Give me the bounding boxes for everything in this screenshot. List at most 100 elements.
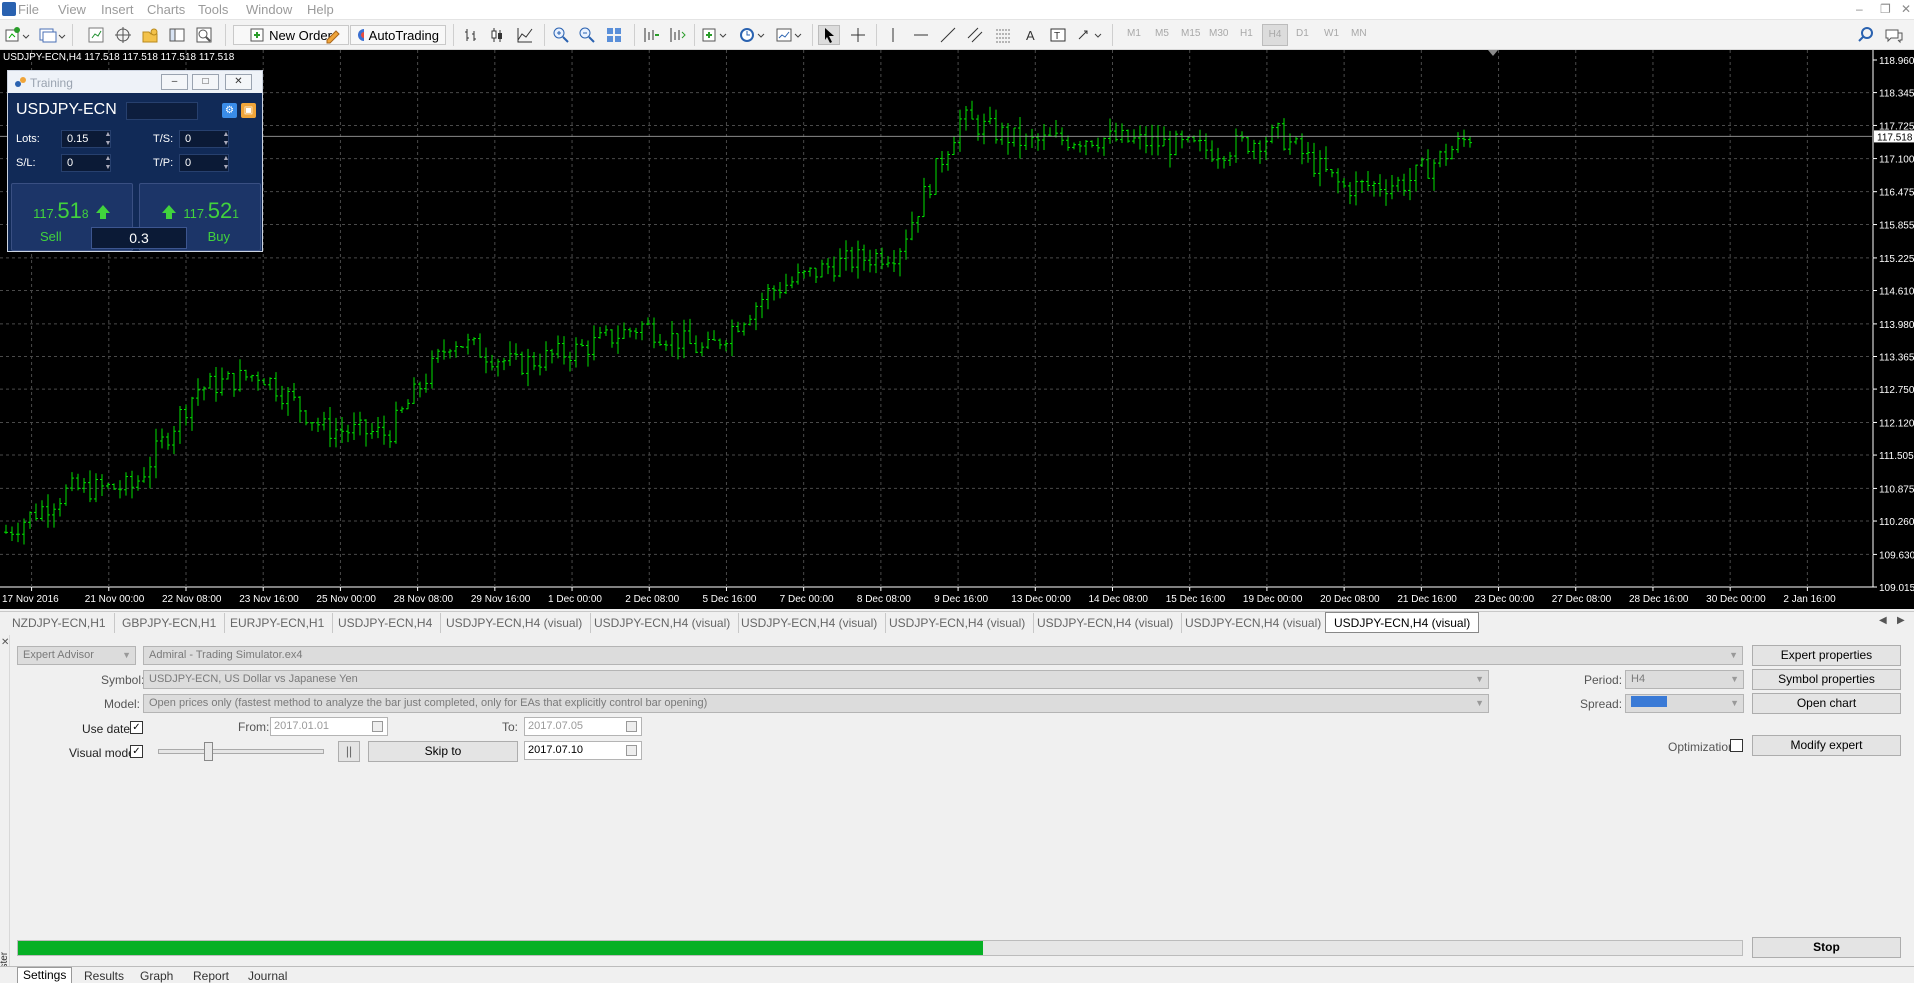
panel-minimize-button[interactable]: –	[161, 74, 188, 90]
tab-results[interactable]: Results	[84, 969, 124, 983]
arrows-icon[interactable]	[1075, 25, 1105, 45]
panel-settings-icon[interactable]: ⚙	[222, 103, 237, 118]
search-icon[interactable]	[1855, 25, 1877, 45]
zoom-out-icon[interactable]	[576, 25, 598, 45]
modify-expert-button[interactable]: Modify expert	[1752, 735, 1901, 756]
chart-tab[interactable]: EURJPY-ECN,H1	[222, 613, 334, 633]
new-chart-icon[interactable]	[4, 25, 34, 45]
chart-canvas[interactable]: 118.960118.345117.725117.100116.475115.8…	[0, 50, 1914, 609]
timeframe-m15[interactable]: M15	[1181, 28, 1200, 39]
symbol-properties-button[interactable]: Symbol properties	[1752, 669, 1901, 690]
panel-close-button[interactable]: ✕	[225, 74, 252, 90]
menu-help[interactable]: Help	[307, 2, 334, 17]
autotrading-button[interactable]: AutoTrading	[350, 25, 446, 45]
symbol-selector[interactable]	[126, 102, 198, 120]
chart-tab[interactable]: USDJPY-ECN,H4 (visual)	[586, 613, 740, 633]
horizontal-line-icon[interactable]	[910, 25, 932, 45]
panel-titlebar[interactable]: Training – □ ✕	[8, 71, 262, 93]
terminal-icon[interactable]	[167, 25, 187, 45]
candlesticks-icon[interactable]	[486, 25, 508, 45]
expert-properties-button[interactable]: Expert properties	[1752, 645, 1901, 666]
line-chart-icon[interactable]	[514, 25, 536, 45]
chat-icon[interactable]	[1883, 25, 1905, 45]
menu-file[interactable]: File	[18, 2, 39, 17]
chart-tab[interactable]: USDJPY-ECN,H4 (visual)	[438, 613, 592, 633]
lots-spinner[interactable]: ▲ ▼	[104, 130, 112, 148]
skip-to-button[interactable]: Skip to	[368, 741, 518, 762]
timeframe-h4[interactable]: H4	[1262, 24, 1288, 46]
tabs-scroll-right-icon[interactable]: ▶	[1897, 615, 1905, 626]
vertical-line-icon[interactable]	[882, 25, 904, 45]
to-calendar-icon[interactable]	[626, 721, 637, 732]
to-date-input[interactable]: 2017.07.05	[524, 717, 642, 736]
from-calendar-icon[interactable]	[372, 721, 383, 732]
navigator-icon[interactable]	[140, 25, 160, 45]
speed-slider-thumb[interactable]	[204, 742, 214, 761]
metaeditor-icon[interactable]	[322, 25, 344, 45]
optimization-checkbox[interactable]	[1730, 739, 1743, 752]
tp-spinner[interactable]: ▲ ▼	[222, 154, 230, 172]
chart-tab[interactable]: NZDJPY-ECN,H1	[4, 613, 115, 633]
mode-select[interactable]: Expert Advisor ▼	[17, 646, 136, 665]
skip-to-date-input[interactable]: 2017.07.10	[524, 741, 642, 760]
ts-spinner[interactable]: ▲ ▼	[222, 130, 230, 148]
bar-chart-icon[interactable]	[460, 25, 482, 45]
strategy-tester-icon[interactable]	[194, 25, 214, 45]
chart-tab[interactable]: USDJPY-ECN,H4 (visual)	[1029, 613, 1183, 633]
zoom-in-icon[interactable]	[550, 25, 572, 45]
auto-scroll-icon[interactable]	[666, 25, 688, 45]
sidebar-close-icon[interactable]: ✕	[1, 637, 9, 648]
speed-slider-track[interactable]	[158, 749, 324, 754]
profiles-icon[interactable]	[38, 25, 68, 45]
skip-calendar-icon[interactable]	[626, 745, 637, 756]
channel-icon[interactable]	[964, 25, 986, 45]
trendline-icon[interactable]	[937, 25, 959, 45]
timeframe-m30[interactable]: M30	[1209, 28, 1228, 39]
chart-tab[interactable]: USDJPY-ECN,H4	[330, 613, 442, 633]
tabs-scroll-left-icon[interactable]: ◀	[1879, 615, 1887, 626]
timeframe-h1[interactable]: H1	[1240, 28, 1253, 39]
spread-select[interactable]: ▼	[1625, 694, 1744, 713]
model-select[interactable]: Open prices only (fastest method to anal…	[143, 694, 1489, 713]
restore-icon[interactable]: ❐	[1880, 2, 1891, 16]
crosshair-icon[interactable]	[847, 25, 869, 45]
panel-pin-icon[interactable]: ▣	[241, 103, 256, 118]
panel-maximize-button[interactable]: □	[192, 74, 219, 90]
timeframe-m5[interactable]: M5	[1155, 28, 1169, 39]
tab-journal[interactable]: Journal	[248, 969, 287, 983]
text-label-icon[interactable]: T	[1047, 25, 1069, 45]
chart-tab[interactable]: USDJPY-ECN,H4 (visual)	[881, 613, 1035, 633]
timeframe-d1[interactable]: D1	[1296, 28, 1309, 39]
minimize-icon[interactable]: –	[1856, 2, 1863, 16]
periodicity-icon[interactable]	[738, 25, 768, 45]
visual-mode-checkbox[interactable]: ✓	[130, 745, 143, 758]
tile-windows-icon[interactable]	[603, 25, 625, 45]
text-icon[interactable]: A	[1020, 25, 1042, 45]
cursor-icon[interactable]	[818, 25, 840, 45]
menu-tools[interactable]: Tools	[198, 2, 228, 17]
symbol-select[interactable]: USDJPY-ECN, US Dollar vs Japanese Yen ▼	[143, 670, 1489, 689]
period-select[interactable]: H4 ▼	[1625, 670, 1744, 689]
lot-size-input[interactable]: 0.3	[91, 227, 187, 249]
tab-settings[interactable]: Settings	[17, 967, 73, 983]
data-window-icon[interactable]	[113, 25, 133, 45]
market-watch-icon[interactable]	[86, 25, 106, 45]
chart-tab[interactable]: USDJPY-ECN,H4 (visual)	[733, 613, 887, 633]
from-date-input[interactable]: 2017.01.01	[270, 717, 388, 736]
chart-tab-active[interactable]: USDJPY-ECN,H4 (visual)	[1325, 612, 1480, 633]
fibonacci-icon[interactable]	[992, 25, 1014, 45]
stop-button[interactable]: Stop	[1752, 937, 1901, 958]
tab-graph[interactable]: Graph	[140, 969, 173, 983]
timeframe-mn[interactable]: MN	[1351, 28, 1367, 39]
indicators-icon[interactable]	[700, 25, 730, 45]
templates-icon[interactable]	[775, 25, 805, 45]
menu-window[interactable]: Window	[246, 2, 292, 17]
timeframe-w1[interactable]: W1	[1324, 28, 1339, 39]
menu-view[interactable]: View	[58, 2, 86, 17]
pause-button[interactable]: ||	[338, 741, 360, 762]
menu-insert[interactable]: Insert	[101, 2, 134, 17]
chart-tab[interactable]: GBPJPY-ECN,H1	[114, 613, 226, 633]
chart-shift-icon[interactable]	[640, 25, 662, 45]
menu-charts[interactable]: Charts	[147, 2, 185, 17]
timeframe-m1[interactable]: M1	[1127, 28, 1141, 39]
